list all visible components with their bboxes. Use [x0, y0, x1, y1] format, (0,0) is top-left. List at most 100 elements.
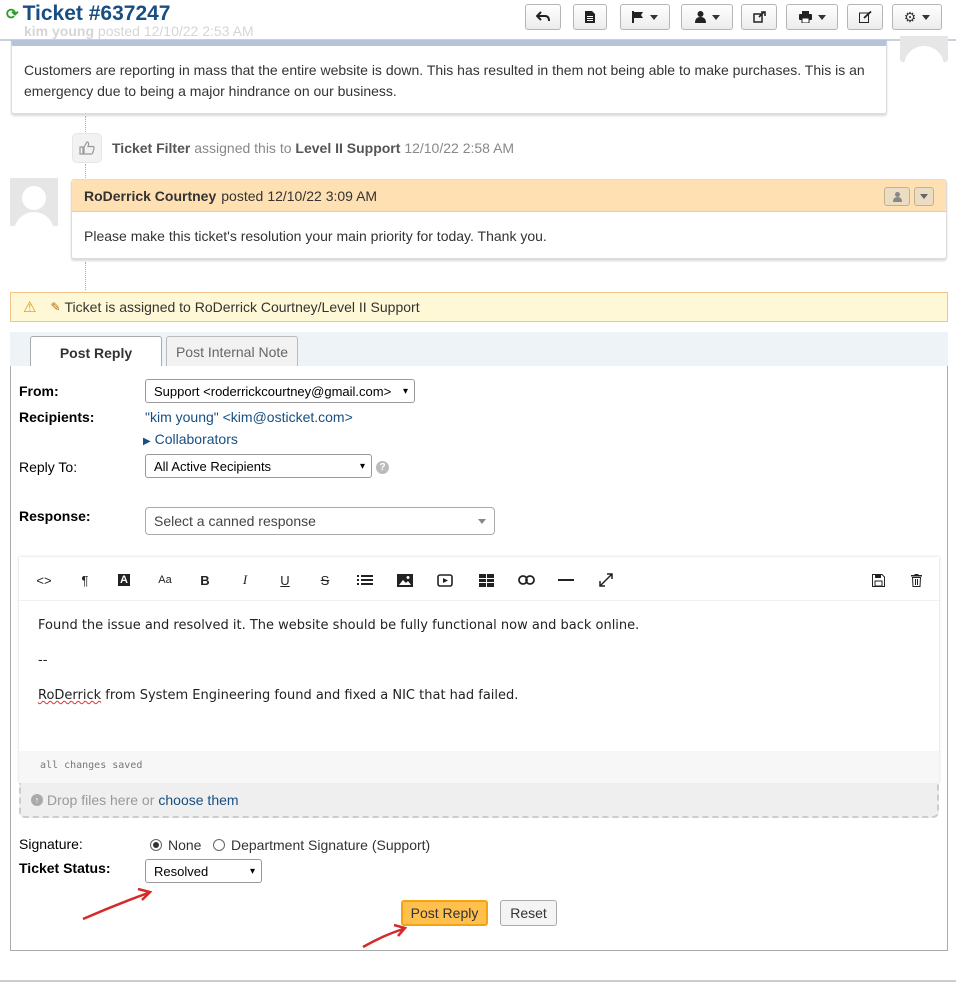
upload-icon: ↑: [31, 793, 43, 806]
tab-post-reply[interactable]: Post Reply: [30, 336, 162, 368]
tab-label: Post Reply: [59, 344, 133, 361]
annotation-arrow: [82, 887, 153, 921]
collaborators-label: Collaborators: [154, 431, 238, 447]
chevron-down-icon: [650, 14, 658, 20]
italic-icon[interactable]: I: [234, 569, 256, 591]
refresh-icon[interactable]: ⟳: [6, 5, 19, 23]
edit-icon: [858, 11, 872, 23]
assign-dropdown-button[interactable]: [681, 4, 733, 30]
response-user-button[interactable]: [884, 187, 910, 206]
message-header-partial: kim young posted 12/10/22 2:53 AM: [24, 23, 254, 39]
save-draft-icon[interactable]: [867, 569, 889, 591]
reply-to-label: Reply To:: [19, 459, 78, 475]
font-size-icon[interactable]: Aa: [154, 569, 176, 591]
tab-label: Post Internal Note: [175, 343, 289, 360]
code-view-icon[interactable]: <>: [33, 569, 55, 591]
choose-files-link[interactable]: choose them: [158, 792, 238, 808]
response-body: Please make this ticket's resolution you…: [84, 228, 547, 244]
from-select[interactable]: Support <roderrickcourtney@gmail.com> ▾: [145, 379, 415, 403]
dropzone-text: Drop files here or: [47, 791, 155, 808]
response-options-button[interactable]: [914, 187, 934, 206]
chevron-down-icon: [922, 14, 931, 20]
print-dropdown-button[interactable]: [786, 4, 838, 30]
link-icon[interactable]: [515, 569, 537, 591]
signature-option-none[interactable]: None: [150, 837, 201, 853]
flag-dropdown-button[interactable]: [620, 4, 670, 30]
chevron-down-icon: ▾: [402, 385, 408, 397]
radio-selected[interactable]: [150, 839, 162, 851]
user-icon: [694, 11, 706, 23]
recipients-label: Recipients:: [19, 409, 95, 425]
signature-option-label: None: [168, 837, 202, 853]
flag-icon: [632, 11, 643, 23]
reset-button[interactable]: Reset: [500, 900, 557, 926]
post-note-button[interactable]: [573, 4, 607, 30]
recipients-value[interactable]: "kim young" <kim@osticket.com>: [145, 409, 353, 425]
response-time: 12/10/22 3:09 AM: [267, 187, 378, 204]
reply-icon: [536, 11, 550, 22]
thread-connector: [85, 116, 86, 132]
trash-icon[interactable]: [905, 569, 927, 591]
thread-response-staff: RoDerrick Courtney posted 12/10/22 3:09 …: [71, 179, 947, 259]
share-icon: [752, 11, 766, 23]
thread-message-customer: Customers are reporting in mass that the…: [11, 40, 887, 114]
ticket-status-value: Resolved: [154, 863, 209, 879]
radio-unselected[interactable]: [213, 839, 225, 851]
reply-to-select[interactable]: All Active Recipients ▾: [145, 454, 372, 478]
staff-assign-icon: ✎: [50, 300, 61, 314]
caret-right-icon: ▶: [143, 436, 151, 447]
underline-icon[interactable]: U: [274, 569, 296, 591]
reply-button[interactable]: [525, 4, 561, 30]
draft-status: all changes saved: [40, 760, 143, 771]
help-icon[interactable]: ?: [376, 461, 389, 474]
thread-event: Ticket Filter assigned this to Level II …: [112, 140, 514, 156]
bold-icon[interactable]: B: [194, 569, 216, 591]
video-icon[interactable]: [434, 569, 456, 591]
thread-connector: [85, 262, 86, 290]
event-time: 12/10/22 2:58 AM: [404, 140, 515, 156]
chevron-down-icon: [817, 14, 826, 20]
thumbs-up-icon: [72, 133, 102, 163]
misspelled-word: RoDerrick: [38, 688, 102, 703]
settings-dropdown-button[interactable]: ⚙: [892, 4, 942, 30]
annotation-arrow: [362, 923, 408, 949]
response-label: Response:: [19, 508, 91, 524]
from-select-value: Support <roderrickcourtney@gmail.com>: [154, 383, 392, 399]
chevron-down-icon: [920, 194, 928, 199]
event-target: Level II Support: [295, 140, 401, 156]
warning-icon: ⚠: [23, 299, 37, 316]
user-icon: [892, 191, 902, 202]
editor-status-bar: [19, 751, 939, 783]
table-icon[interactable]: [475, 569, 497, 591]
paragraph-icon[interactable]: ¶: [74, 569, 96, 591]
tab-post-internal-note[interactable]: Post Internal Note: [166, 336, 298, 366]
chevron-down-icon: [711, 14, 720, 20]
event-action: assigned this to: [194, 140, 292, 156]
list-icon[interactable]: [354, 569, 376, 591]
signature-option-label: Department Signature (Support): [231, 837, 431, 853]
fullscreen-icon[interactable]: [595, 569, 617, 591]
document-icon: [585, 11, 595, 23]
message-action: posted: [97, 23, 140, 39]
edit-button[interactable]: [847, 4, 883, 30]
thread-connector: [85, 164, 86, 180]
transfer-button[interactable]: [741, 4, 777, 30]
horizontal-rule-icon[interactable]: [555, 569, 577, 591]
text-color-icon[interactable]: A: [113, 569, 135, 591]
response-header: RoDerrick Courtney posted 12/10/22 3:09 …: [72, 180, 946, 212]
collaborators-link[interactable]: ▶ Collaborators: [143, 431, 238, 447]
file-dropzone[interactable]: ↑ Drop files here or choose them: [19, 783, 939, 818]
image-icon[interactable]: [394, 569, 416, 591]
chevron-down-icon: ▾: [249, 865, 255, 877]
editor-line: RoDerrick from System Engineering found …: [38, 688, 518, 703]
avatar: [10, 178, 58, 226]
canned-response-select[interactable]: Select a canned response: [145, 507, 495, 535]
signature-option-department[interactable]: Department Signature (Support): [213, 837, 430, 853]
strikethrough-icon[interactable]: S: [314, 569, 336, 591]
ticket-status-select[interactable]: Resolved ▾: [145, 859, 262, 883]
message-author: kim young: [24, 23, 95, 39]
event-actor: Ticket Filter: [112, 140, 191, 156]
post-reply-button[interactable]: Post Reply: [401, 900, 488, 926]
ticket-status-label: Ticket Status:: [19, 860, 111, 876]
editor-line: --: [38, 653, 48, 668]
